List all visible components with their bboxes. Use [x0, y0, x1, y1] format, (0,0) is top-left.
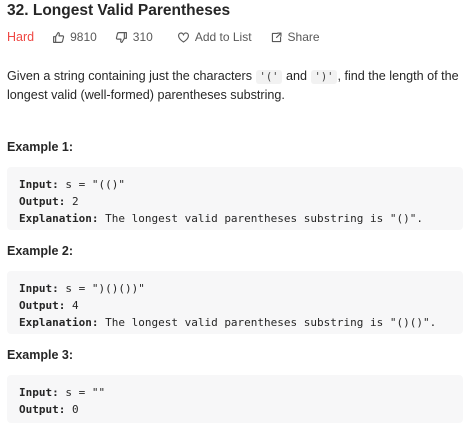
explanation-value: The longest valid parentheses substring … — [98, 212, 423, 225]
inline-code-close-paren: ')' — [310, 70, 338, 84]
output-value: 0 — [65, 403, 79, 416]
input-label: Input: — [19, 178, 59, 191]
problem-title: 32. Longest Valid Parentheses — [7, 2, 231, 19]
inline-code-open-paren: '(' — [255, 70, 283, 84]
output-label: Output: — [19, 299, 66, 312]
share-label: Share — [287, 30, 320, 44]
thumbs-up-icon — [53, 31, 65, 43]
example-explanation-line: Explanation: The longest valid parenthes… — [19, 314, 451, 331]
description-text: Given a string containing just the chara… — [7, 69, 256, 83]
input-value: s = ")()())" — [58, 282, 145, 295]
add-to-list-label: Add to List — [194, 30, 252, 44]
dislike-count: 310 — [132, 30, 153, 44]
input-value: s = "" — [58, 386, 106, 399]
example-output-line: Output: 2 — [19, 193, 451, 210]
like-button[interactable]: 9810 — [52, 30, 97, 44]
example-output-line: Output: 4 — [19, 297, 451, 314]
output-label: Output: — [19, 403, 66, 416]
problem-meta-bar: Hard 9810 310 Add to List Share — [7, 28, 338, 46]
dislike-button[interactable]: 310 — [115, 30, 153, 44]
difficulty-badge: Hard — [7, 30, 35, 44]
example-output-line: Output: 0 — [19, 401, 451, 418]
input-label: Input: — [19, 386, 59, 399]
output-label: Output: — [19, 195, 66, 208]
thumbs-down-icon — [115, 31, 127, 43]
problem-description: Given a string containing just the chara… — [7, 67, 467, 104]
explanation-value: The longest valid parentheses substring … — [98, 316, 437, 329]
example-title: Example 2: — [7, 244, 74, 258]
example-input-line: Input: s = "" — [19, 384, 451, 401]
add-to-list-button[interactable]: Add to List — [177, 30, 252, 44]
example-input-line: Input: s = ")()())" — [19, 280, 451, 297]
input-label: Input: — [19, 282, 59, 295]
example-title: Example 1: — [7, 140, 74, 154]
like-count: 9810 — [70, 30, 97, 44]
explanation-label: Explanation: — [19, 212, 99, 225]
share-icon — [271, 31, 282, 42]
explanation-label: Explanation: — [19, 316, 99, 329]
example-explanation-line: Explanation: The longest valid parenthes… — [19, 210, 451, 227]
example-input-line: Input: s = "(()" — [19, 176, 451, 193]
example-code-block: Input: s = ")()())" Output: 4 Explanatio… — [7, 271, 463, 334]
share-button[interactable]: Share — [270, 30, 320, 44]
example-title: Example 3: — [7, 348, 74, 362]
output-value: 4 — [65, 299, 79, 312]
heart-icon — [177, 31, 189, 43]
example-code-block: Input: s = "(()" Output: 2 Explanation: … — [7, 167, 463, 230]
input-value: s = "(()" — [58, 178, 125, 191]
example-code-block: Input: s = "" Output: 0 — [7, 375, 463, 423]
output-value: 2 — [65, 195, 79, 208]
description-text: and — [282, 69, 311, 83]
